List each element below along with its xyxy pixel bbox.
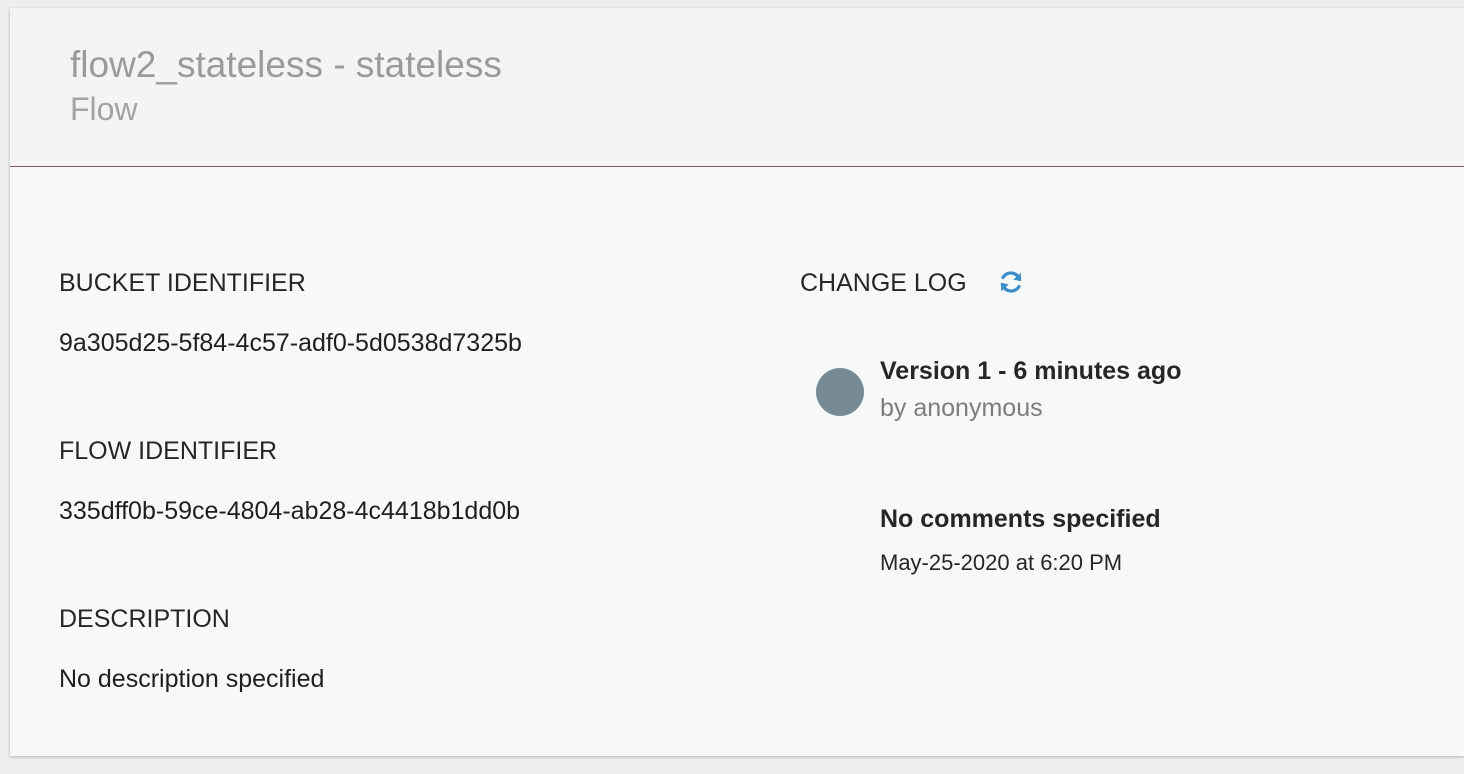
refresh-icon[interactable]	[998, 269, 1024, 295]
flow-identifier-label: FLOW IDENTIFIER	[59, 437, 278, 465]
description-value: No description specified	[59, 665, 325, 693]
description-label: DESCRIPTION	[59, 605, 230, 633]
page-title: flow2_stateless - stateless	[70, 44, 502, 85]
version-avatar	[816, 368, 864, 416]
change-log-label: CHANGE LOG	[800, 269, 967, 297]
refresh-icon-graphic	[1000, 271, 1022, 293]
version-title: Version 1 - 6 minutes ago	[880, 357, 1182, 385]
bucket-identifier-value: 9a305d25-5f84-4c57-adf0-5d0538d7325b	[59, 329, 522, 357]
version-comment: No comments specified	[880, 505, 1161, 533]
bucket-identifier-label: BUCKET IDENTIFIER	[59, 269, 306, 297]
page-subtitle: Flow	[70, 91, 138, 127]
flow-details-card: flow2_stateless - stateless Flow BUCKET …	[10, 8, 1464, 756]
card-header: flow2_stateless - stateless Flow	[10, 8, 1464, 167]
flow-identifier-value: 335dff0b-59ce-4804-ab28-4c4418b1dd0b	[59, 497, 521, 525]
version-date: May-25-2020 at 6:20 PM	[880, 550, 1123, 575]
version-author: by anonymous	[880, 394, 1043, 422]
